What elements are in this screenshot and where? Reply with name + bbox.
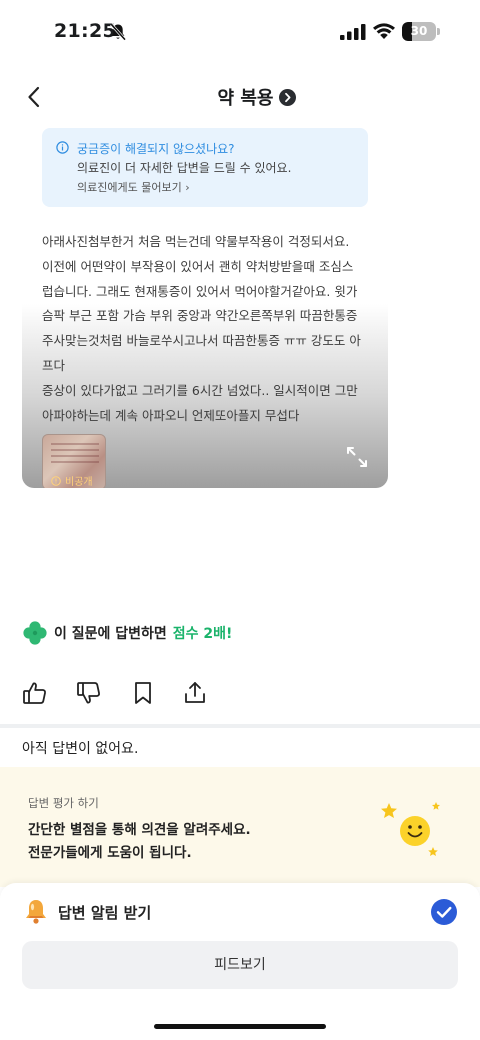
banner-title: 궁금증이 해결되지 않으셨나요? — [77, 142, 235, 156]
nav-bar: 약 복용 — [0, 72, 480, 122]
private-icon — [51, 475, 61, 486]
status-bar: 21:25 30 — [0, 0, 480, 64]
question-card[interactable]: 아래사진첨부한거 처음 먹는건데 약물부작용이 걱정되서요. 이전에 어떤약이 … — [22, 216, 388, 488]
thumbs-down-icon[interactable] — [76, 680, 102, 706]
question-line: 슴팍 부근 포함 가슴 부위 중앙과 약간오른쪽부위 따끔한통증 — [42, 308, 358, 324]
thumbnail-image — [51, 443, 99, 467]
battery-level: 30 — [410, 24, 428, 38]
promo-highlight: 점수 2배! — [172, 626, 233, 642]
bell-icon — [26, 900, 46, 924]
attachment-thumbnail[interactable]: 비공개 — [42, 434, 106, 488]
double-points-promo: 이 질문에 답변하면 점수 2배! — [22, 620, 232, 646]
private-badge: 비공개 — [51, 473, 93, 488]
smiley-stars-icon — [381, 802, 440, 856]
alarm-label: 답변 알림 받기 — [58, 904, 152, 922]
doctor-ask-banner[interactable]: 궁금증이 해결되지 않으셨나요? 의료진이 더 자세한 답변을 드릴 수 있어요… — [42, 128, 368, 207]
question-body: 아래사진첨부한거 처음 먹는건데 약물부작용이 걱정되서요. 이전에 어떤약이 … — [42, 230, 372, 428]
rating-panel[interactable]: 답변 평가 하기 간단한 별점을 통해 의견을 알려주세요. 전문가들에게 도움… — [0, 767, 480, 887]
page-title: 약 복용 — [217, 88, 274, 109]
private-badge-label: 비공개 — [65, 477, 93, 488]
bookmark-icon[interactable] — [130, 680, 156, 706]
promo-text: 이 질문에 답변하면 — [54, 626, 167, 642]
alarm-checkbox[interactable] — [430, 898, 458, 926]
question-line: 증상이 있다가없고 그러기를 6시간 넘었다.. 일시적이면 그만 — [42, 382, 358, 398]
section-divider — [0, 724, 480, 728]
chevron-right-circle-icon[interactable] — [279, 88, 297, 106]
back-button[interactable] — [20, 82, 50, 112]
rating-label: 답변 평가 하기 — [28, 796, 99, 810]
bottom-sheet: 답변 알림 받기 피드보기 — [0, 883, 480, 1040]
cellular-signal-icon — [340, 24, 366, 40]
question-line: 아파야하는데 계속 아파오니 언제또아플지 무섭다 — [42, 407, 300, 423]
question-line: 이전에 어떤약이 부작용이 있어서 괜히 약처방받을때 조심스 — [42, 258, 354, 274]
nav-title-wrap: 약 복용 — [0, 72, 480, 122]
home-indicator — [154, 1024, 326, 1029]
battery-body: 30 — [402, 22, 436, 41]
wifi-icon — [373, 23, 395, 39]
thumbs-up-icon[interactable] — [22, 680, 48, 706]
clover-icon — [23, 621, 47, 645]
expand-icon[interactable] — [346, 446, 368, 468]
banner-subtitle: 의료진이 더 자세한 답변을 드릴 수 있어요. — [77, 161, 292, 175]
question-line: 프다 — [42, 357, 66, 373]
info-icon — [56, 141, 69, 154]
rating-message-line2: 전문가들에게 도움이 됩니다. — [28, 845, 192, 861]
question-line: 아래사진첨부한거 처음 먹는건데 약물부작용이 걱정되서요. — [42, 234, 350, 249]
no-answers-text: 아직 답변이 없어요. — [22, 741, 139, 757]
ask-doctor-link[interactable]: 의료진에게도 물어보기 › — [77, 179, 190, 195]
battery-icon: 30 — [402, 22, 440, 41]
status-time: 21:25 — [54, 20, 116, 42]
question-line: 럽습니다. 그래도 현재통증이 있어서 먹어야할거같아요. 윗가 — [42, 283, 358, 299]
view-feed-button[interactable]: 피드보기 — [22, 941, 458, 989]
share-icon[interactable] — [182, 680, 208, 706]
rating-message-line1: 간단한 별점을 통해 의견을 알려주세요. — [28, 822, 251, 838]
bell-off-icon — [110, 23, 126, 41]
question-line: 주사맞는것처럼 바늘로쑤시고나서 따끔한통증 ㅠㅠ 강도도 아 — [42, 333, 361, 349]
answer-alarm-row[interactable]: 답변 알림 받기 — [22, 897, 458, 927]
battery-tip — [437, 28, 440, 35]
